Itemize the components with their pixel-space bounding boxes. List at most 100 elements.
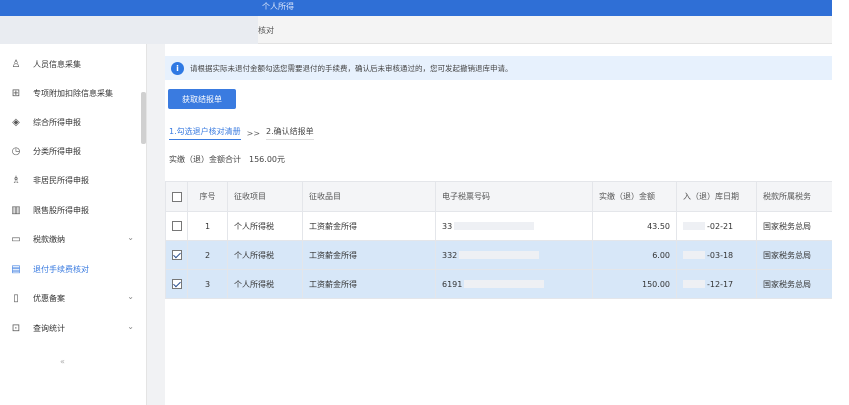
col-header-ticket: 电子税票号码 <box>435 181 593 212</box>
cell-authority: 国家税务总局 <box>756 269 833 299</box>
cell-authority: 国家税务总局 <box>756 211 833 241</box>
table-row[interactable]: 2 个人所得税 工资薪金所得 332 6.00 -03-18 国家税务总局 <box>165 240 833 270</box>
cell-amount: 43.50 <box>592 211 677 241</box>
total-summary: 实缴（退）金额合计 156.00元 <box>169 154 285 165</box>
sidebar-item[interactable]: ▤ 退付手续费核对 <box>0 257 140 281</box>
step-2-tab[interactable]: 2.确认结报单 <box>266 126 314 140</box>
redacted-area <box>683 222 705 230</box>
sidebar-item[interactable]: ▯ 优惠备案 ⌄ <box>0 286 140 310</box>
notice-text: 请根据实际未退付金额勾选您需要退付的手续费，确认后未审核通过的，您可发起撤销退库… <box>190 63 513 73</box>
sidebar-item-label: 退付手续费核对 <box>33 264 89 274</box>
sidebar-item-label: 非居民所得申报 <box>33 175 89 185</box>
bar-chart-icon: ▥ <box>11 204 21 216</box>
sidebar-item[interactable]: ⊡ 查询统计 ⌄ <box>0 316 140 340</box>
cell-amount: 6.00 <box>592 240 677 270</box>
sidebar-scrollbar[interactable] <box>141 92 146 144</box>
sidebar-item[interactable]: ▭ 税款缴纳 ⌄ <box>0 227 140 251</box>
collapse-sidebar-icon[interactable]: « <box>60 357 65 366</box>
redacted-area <box>464 280 545 288</box>
ticket-number: 6191 <box>442 279 463 289</box>
cell-category: 工资薪金所得 <box>302 269 436 299</box>
table-header-row: 序号 征收项目 征收品目 电子税票号码 实缴（退）金额 入（退）库日期 税款所属… <box>165 181 833 212</box>
col-header-date: 入（退）库日期 <box>676 181 757 212</box>
row-checkbox[interactable] <box>171 279 182 289</box>
sidebar: « ♙ 人员信息采集 ⊞ 专项附加扣除信息采集 ◈ 综合所得申报 ◷ 分类所得申报 ♗ 非居民所得… <box>0 44 147 405</box>
sidebar-item-label: 查询统计 <box>33 323 65 333</box>
cell-date: -02-21 <box>676 211 757 241</box>
select-all-header[interactable] <box>165 181 188 212</box>
sidebar-item[interactable]: ◈ 综合所得申报 <box>0 110 140 134</box>
app-title: 个人所得 <box>262 2 294 11</box>
sidebar-item[interactable]: ◷ 分类所得申报 <box>0 139 140 163</box>
table-row[interactable]: 1 个人所得税 工资薪金所得 33 43.50 -02-21 国家税务总局 <box>165 211 833 241</box>
ticket-number: 33 <box>442 221 453 231</box>
grid-list-icon: ⊞ <box>11 87 21 99</box>
ticket-number: 332 <box>442 250 458 260</box>
cell-ticket: 332 <box>435 240 593 270</box>
date-value: -12-17 <box>707 279 734 289</box>
sidebar-item-label: 税款缴纳 <box>33 234 65 244</box>
cell-no: 2 <box>187 240 228 270</box>
fetch-settlement-button[interactable]: 获取结报单 <box>168 89 236 109</box>
total-label: 实缴（退）金额合计 <box>169 155 241 164</box>
search-doc-icon: ⊡ <box>11 322 21 334</box>
info-icon: i <box>171 61 184 75</box>
col-header-authority: 税款所属税务 <box>756 181 833 212</box>
col-header-item: 征收项目 <box>227 181 303 212</box>
table-row[interactable]: 3 个人所得税 工资薪金所得 6191 150.00 -12-17 国家税务总局 <box>165 269 833 299</box>
cell-item: 个人所得税 <box>227 269 303 299</box>
sidebar-item[interactable]: ⊞ 专项附加扣除信息采集 <box>0 81 140 105</box>
cell-no: 1 <box>187 211 228 241</box>
date-value: -02-21 <box>707 221 734 231</box>
redacted-area <box>454 222 535 230</box>
content-gutter <box>147 44 165 405</box>
sidebar-item-label: 专项附加扣除信息采集 <box>33 88 113 98</box>
cell-no: 3 <box>187 269 228 299</box>
redacted-area <box>459 251 540 259</box>
redacted-area <box>683 280 705 288</box>
sidebar-item-label: 分类所得申报 <box>33 146 81 156</box>
row-checkbox-cell[interactable] <box>165 240 188 270</box>
folder-icon: ▭ <box>11 233 21 245</box>
cell-amount: 150.00 <box>592 269 677 299</box>
row-checkbox-cell[interactable] <box>165 211 188 241</box>
select-all-checkbox[interactable] <box>171 191 182 202</box>
row-checkbox[interactable] <box>171 221 182 231</box>
row-checkbox[interactable] <box>171 250 182 260</box>
cell-authority: 国家税务总局 <box>756 240 833 270</box>
sidebar-item[interactable]: ♗ 非居民所得申报 <box>0 168 140 192</box>
sidebar-item[interactable]: ♙ 人员信息采集 <box>0 52 140 76</box>
person-icon: ♗ <box>11 174 21 186</box>
step-indicator: 1.勾选退户核对清册 >> 2.确认结报单 <box>169 122 314 144</box>
cell-item: 个人所得税 <box>227 240 303 270</box>
sidebar-item-label: 限售股所得申报 <box>33 205 89 215</box>
document-icon: ▯ <box>13 292 19 304</box>
total-amount: 156.00元 <box>249 155 285 164</box>
step-1-tab[interactable]: 1.勾选退户核对清册 <box>169 126 241 140</box>
cell-date: -03-18 <box>676 240 757 270</box>
breadcrumb: 核对 <box>258 26 274 35</box>
cell-category: 工资薪金所得 <box>302 211 436 241</box>
cell-ticket: 6191 <box>435 269 593 299</box>
user-icon: ♙ <box>11 58 21 70</box>
redacted-area <box>683 251 705 259</box>
cell-date: -12-17 <box>676 269 757 299</box>
clock-icon: ◷ <box>11 145 21 157</box>
sidebar-item-label: 人员信息采集 <box>33 59 81 69</box>
tab-active-area[interactable] <box>0 16 258 44</box>
receipt-icon: ▤ <box>11 263 21 275</box>
notice-banner: i 请根据实际未退付金额勾选您需要退付的手续费，确认后未审核通过的，您可发起撤销… <box>165 56 832 80</box>
chevron-down-icon: ⌄ <box>127 322 134 331</box>
sidebar-item-label: 优惠备案 <box>33 293 65 303</box>
sidebar-item-label: 综合所得申报 <box>33 117 81 127</box>
sidebar-item[interactable]: ▥ 限售股所得申报 <box>0 198 140 222</box>
row-checkbox-cell[interactable] <box>165 269 188 299</box>
chevron-down-icon: ⌄ <box>127 233 134 242</box>
col-header-amount: 实缴（退）金额 <box>592 181 677 212</box>
col-header-category: 征收品目 <box>302 181 436 212</box>
tab-bar: 核对 <box>0 16 832 44</box>
col-header-no: 序号 <box>187 181 228 212</box>
cell-category: 工资薪金所得 <box>302 240 436 270</box>
fee-table: 序号 征收项目 征收品目 电子税票号码 实缴（退）金额 入（退）库日期 税款所属… <box>165 181 833 299</box>
main-content: i 请根据实际未退付金额勾选您需要退付的手续费，确认后未审核通过的，您可发起撤销… <box>165 44 833 405</box>
